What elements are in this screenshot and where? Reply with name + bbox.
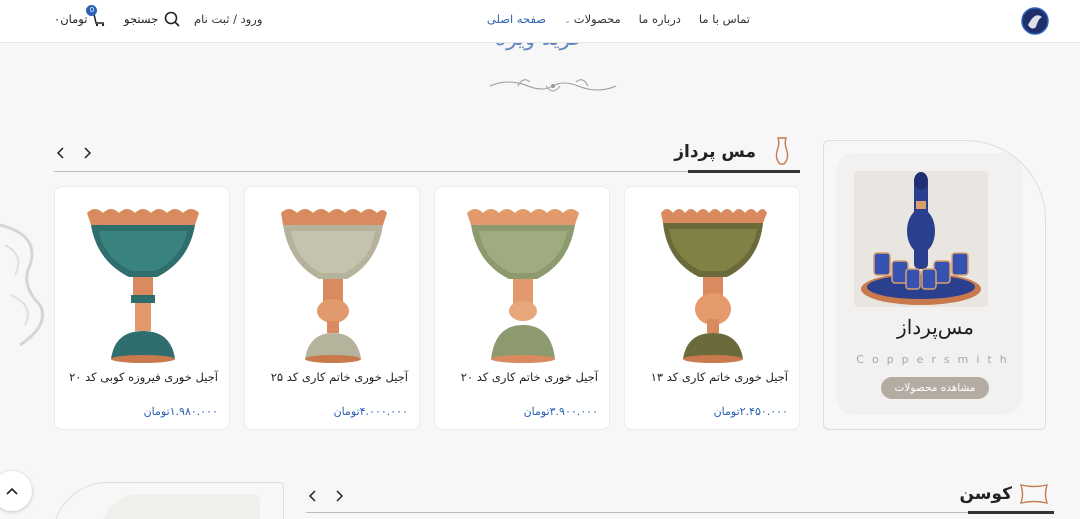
scroll-to-top-button[interactable] xyxy=(0,471,32,511)
category-title: مس پرداز xyxy=(674,142,756,162)
product-image xyxy=(661,209,767,363)
search-label: جستجو xyxy=(124,12,159,26)
category-card-english: Coppersmith xyxy=(856,353,1015,366)
category-header-accent xyxy=(688,170,800,173)
vase-icon xyxy=(775,137,789,165)
cart-total: ۰تومان xyxy=(54,12,88,26)
category-image xyxy=(854,171,988,307)
product-price: ۱.۹۸۰.۰۰۰تومان xyxy=(143,405,218,418)
site-logo[interactable] xyxy=(1020,5,1050,37)
prev-arrow-icon[interactable] xyxy=(306,489,320,503)
ornament-divider xyxy=(489,79,617,92)
nav-products[interactable]: محصولات⌄ xyxy=(564,12,621,26)
nav-products-label: محصولات xyxy=(573,12,621,26)
product-card[interactable]: آجیل خوری فیروزه کوبی کد ۲۰ ۱.۹۸۰.۰۰۰توم… xyxy=(54,186,230,430)
product-name[interactable]: آجیل خوری خاتم کاری کد ۱۳ xyxy=(628,370,788,384)
product-image xyxy=(467,209,579,363)
cart-button[interactable]: ۰تومان 0 xyxy=(54,5,106,27)
site-header: صفحه اصلی محصولات⌄ درباره ما تماس با ما … xyxy=(0,0,1080,43)
main-nav: صفحه اصلی محصولات⌄ درباره ما تماس با ما xyxy=(487,12,750,26)
product-price: ۳.۹۰۰.۰۰۰تومان xyxy=(523,405,598,418)
cushion-icon xyxy=(1019,484,1049,504)
category-header-2: کوسن xyxy=(306,481,1054,514)
product-price: ۲.۴۵۰.۰۰۰تومان xyxy=(713,405,788,418)
category-header-2-accent xyxy=(968,511,1054,514)
login-register-link[interactable]: ورود / ثبت نام xyxy=(194,12,262,26)
decorative-swirl xyxy=(0,223,44,347)
nav-home[interactable]: صفحه اصلی xyxy=(487,12,546,26)
product-card[interactable]: آجیل خوری خاتم کاری کد ۲۰ ۳.۹۰۰.۰۰۰تومان xyxy=(434,186,610,430)
nav-contact[interactable]: تماس با ما xyxy=(699,12,750,26)
category-title-2: کوسن xyxy=(959,484,1012,504)
product-price: ۴.۰۰۰.۰۰۰تومان xyxy=(333,405,408,418)
next-arrow-icon[interactable] xyxy=(332,489,346,503)
product-name[interactable]: آجیل خوری فیروزه کوبی کد ۲۰ xyxy=(58,370,218,384)
category-card[interactable]: مس‌پرداز Coppersmith مشاهده محصولات xyxy=(823,140,1046,430)
product-card[interactable]: آجیل خوری خاتم کاری کد ۲۵ ۴.۰۰۰.۰۰۰تومان xyxy=(244,186,420,430)
view-products-button[interactable]: مشاهده محصولات xyxy=(881,377,989,399)
category-card-name: مس‌پرداز xyxy=(897,315,974,339)
product-name[interactable]: آجیل خوری خاتم کاری کد ۲۵ xyxy=(248,370,408,384)
next-arrow-icon[interactable] xyxy=(80,146,94,160)
search-icon xyxy=(164,11,180,27)
category-header: مس پرداز xyxy=(54,137,800,173)
cart-icon: 0 xyxy=(86,5,106,27)
product-card[interactable]: آجیل خوری خاتم کاری کد ۱۳ ۲.۴۵۰.۰۰۰تومان xyxy=(624,186,800,430)
chevron-down-icon: ⌄ xyxy=(564,16,571,25)
carousel-arrows-2 xyxy=(306,489,346,503)
chevron-up-icon xyxy=(6,487,18,495)
product-name[interactable]: آجیل خوری خاتم کاری کد ۲۰ xyxy=(438,370,598,384)
search-button[interactable]: جستجو xyxy=(124,11,180,27)
carousel-arrows xyxy=(54,146,94,160)
nav-about[interactable]: درباره ما xyxy=(639,12,681,26)
product-image xyxy=(281,209,387,363)
prev-arrow-icon[interactable] xyxy=(54,146,68,160)
category-card-2-inner xyxy=(100,494,260,519)
product-image xyxy=(87,209,199,363)
